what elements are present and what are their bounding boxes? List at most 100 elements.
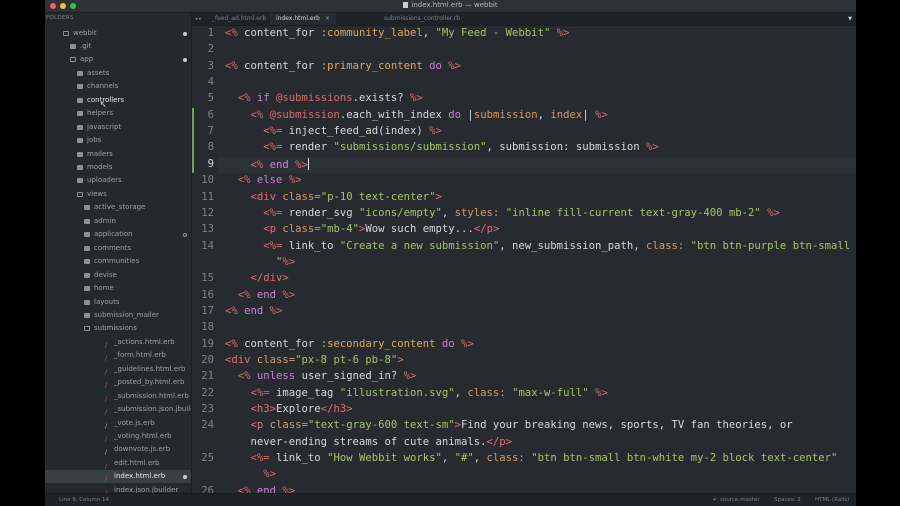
code-line[interactable]: <% content_for :secondary_content do %> — [225, 338, 474, 350]
cursor-position: Line 9, Column 14 — [59, 497, 110, 503]
tree-row-downvote-js-erb[interactable]: / downvote.js.erb — [45, 443, 191, 456]
tree-row-active-storage[interactable]: active_storage — [45, 201, 191, 214]
code-line[interactable]: </div> — [225, 272, 289, 284]
tree-row-comments[interactable]: comments — [45, 242, 191, 255]
tree-row-label: layouts — [94, 297, 120, 306]
tree-row-assets[interactable]: assets — [45, 67, 191, 80]
tree-row-form-html-erb[interactable]: / _form.html.erb — [45, 349, 191, 362]
tab-bar: ◂ ▸ _feed_ad.html.erb index.html.erb × su… — [192, 13, 856, 26]
tree-row-jobs[interactable]: jobs — [45, 134, 191, 147]
line-number: 9 — [207, 157, 214, 170]
code-line[interactable]: <% unless user_signed_in? %> — [225, 370, 417, 383]
code-line[interactable]: <% end %> — [225, 305, 282, 317]
code-token: , submission: submission — [486, 141, 646, 154]
code-line[interactable]: <%= link_to "Create a new submission", n… — [225, 240, 850, 252]
tree-row-index-html-erb[interactable]: / index.html.erb — [45, 470, 191, 484]
line-number: 14 — [201, 239, 214, 252]
tab-nav-arrows-icon[interactable]: ◂ ▸ — [195, 13, 202, 25]
window-title-wrap: index.html.erb — webbit — [45, 1, 856, 9]
folders-header-label: FOLDERS — [46, 15, 74, 21]
tree-row-index-json-jbuilder[interactable]: /index.json.jbuilder — [45, 484, 191, 493]
line-number: 20 — [201, 354, 214, 366]
code-line[interactable]: <% end %> — [225, 157, 309, 171]
tree-row-devise[interactable]: devise — [45, 269, 191, 282]
code-line[interactable]: <%= inject_feed_ad(index) %> — [225, 125, 442, 137]
code-line[interactable]: <% @submission.each_with_index do |submi… — [225, 109, 608, 121]
code-token: <% — [225, 59, 238, 72]
tree-row-javascript[interactable]: javascript — [45, 121, 191, 134]
tab-feed-ad[interactable]: _feed_ad.html.erb — [206, 13, 272, 25]
tree-row-posted-by-html-erb[interactable]: / _posted_by.html.erb — [45, 376, 191, 389]
tree-row-views[interactable]: views — [45, 188, 191, 201]
code-token: class= — [276, 223, 321, 236]
code-line[interactable]: <%= render "submissions/submission", sub… — [225, 141, 659, 154]
code-line[interactable]: <% content_for :community_label, "My Fee… — [225, 27, 569, 39]
code-token: class= — [250, 354, 296, 366]
indentation-setting[interactable]: Spaces: 2 — [774, 494, 801, 506]
code-line[interactable]: <div class="px-8 pt-6 pb-8"> — [225, 354, 404, 366]
code-token: user_signed_in? — [301, 370, 404, 383]
code-token: , — [441, 206, 455, 219]
tree-row-actions-html-erb[interactable]: / _actions.html.erb — [45, 336, 191, 349]
code-token: <% — [225, 304, 238, 317]
tree-row-label: edit.html.erb — [114, 458, 160, 467]
git-branch[interactable]: source-master — [720, 494, 760, 506]
code-token: content_for — [237, 27, 321, 39]
tree-row-channels[interactable]: channels — [45, 80, 191, 93]
modified-indicator-icon — [183, 31, 187, 36]
tree-row-helpers[interactable]: helpers — [45, 107, 191, 120]
tab-submissions-controller[interactable]: submissions_controller.rb — [378, 13, 466, 25]
code-line[interactable]: <% else %> — [225, 174, 302, 186]
code-editor[interactable]: 1 <% content_for :community_label, "My Fe… — [192, 26, 856, 497]
code-line[interactable]: "%> — [225, 256, 295, 268]
code-token: %> — [295, 158, 308, 171]
code-token: </p> — [473, 223, 500, 236]
tree-row-submissions[interactable]: submissions — [45, 322, 191, 335]
tree-row-communities[interactable]: communities — [45, 255, 191, 268]
tree-row-git[interactable]: .git — [45, 40, 191, 53]
code-token: <% — [237, 92, 251, 105]
tree-row-submission-json-jbuilder[interactable]: /_submission.json.jbuilder — [45, 403, 191, 416]
tree-row-application[interactable]: application — [45, 228, 191, 241]
code-line[interactable]: <%= image_tag "illustration.svg", class:… — [225, 387, 608, 399]
code-line[interactable]: <%= link_to "How Webbit works", "#", cla… — [225, 452, 838, 464]
tree-row-controllers[interactable]: controllers — [45, 94, 191, 107]
code-token: Explore — [276, 403, 321, 416]
tab-index-html-erb[interactable]: index.html.erb × — [270, 13, 336, 25]
code-token: %> — [645, 141, 659, 154]
tree-row-models[interactable]: models — [45, 161, 191, 174]
tree-row-submission-html-erb[interactable]: / _submission.html.erb — [45, 390, 191, 403]
code-line[interactable]: <% end %> — [225, 289, 295, 301]
tree-row-label: app — [80, 55, 94, 64]
tree-row-vote-js-erb[interactable]: / _vote.js.erb — [45, 417, 191, 430]
tree-row-uploaders[interactable]: uploaders — [45, 174, 191, 187]
tree-row-admin[interactable]: admin — [45, 215, 191, 228]
code-token: %> — [410, 92, 423, 105]
tree-row-submission-mailer[interactable]: submission_mailer — [45, 309, 191, 322]
code-line[interactable]: <div class="p-10 text-center"> — [225, 191, 442, 203]
code-token: <% — [250, 108, 264, 121]
tree-row-edit-html-erb[interactable]: / edit.html.erb — [45, 457, 191, 470]
tree-row-home[interactable]: home — [45, 282, 191, 295]
code-line[interactable]: %> — [225, 468, 276, 480]
code-line[interactable]: <% if @submissions.exists? %> — [225, 92, 423, 104]
code-token: <%= — [263, 141, 283, 154]
line-number: 6 — [207, 108, 214, 121]
code-line[interactable]: <h3>Explore</h3> — [225, 403, 353, 415]
syntax-setting[interactable]: HTML (Rails) — [815, 494, 849, 506]
code-line[interactable]: <%= render_svg "icons/empty", styles: "i… — [225, 207, 780, 219]
text-caret — [307, 157, 309, 170]
tree-row-voting-html-erb[interactable]: / _voting.html.erb — [45, 430, 191, 443]
code-line[interactable]: <p class="mb-4">Wow such empty...</p> — [225, 223, 499, 235]
tree-row-webbit[interactable]: webbit — [45, 27, 191, 40]
code-line[interactable]: <p class="text-gray-600 text-sm">Find yo… — [225, 419, 793, 431]
code-line[interactable]: <% content_for :primary_content do %> — [225, 60, 461, 72]
tree-row-app[interactable]: app — [45, 53, 191, 66]
close-tab-icon[interactable]: × — [325, 15, 330, 22]
code-token: %> — [288, 174, 302, 187]
tree-row-mailers[interactable]: mailers — [45, 148, 191, 161]
code-line[interactable]: never-ending streams of cute animals.</p… — [225, 436, 513, 448]
tab-list-dropdown-icon[interactable]: ▼ — [848, 16, 852, 22]
tree-row-layouts[interactable]: layouts — [45, 296, 191, 309]
tree-row-guidelines-html-erb[interactable]: / _guidelines.html.erb — [45, 363, 191, 376]
